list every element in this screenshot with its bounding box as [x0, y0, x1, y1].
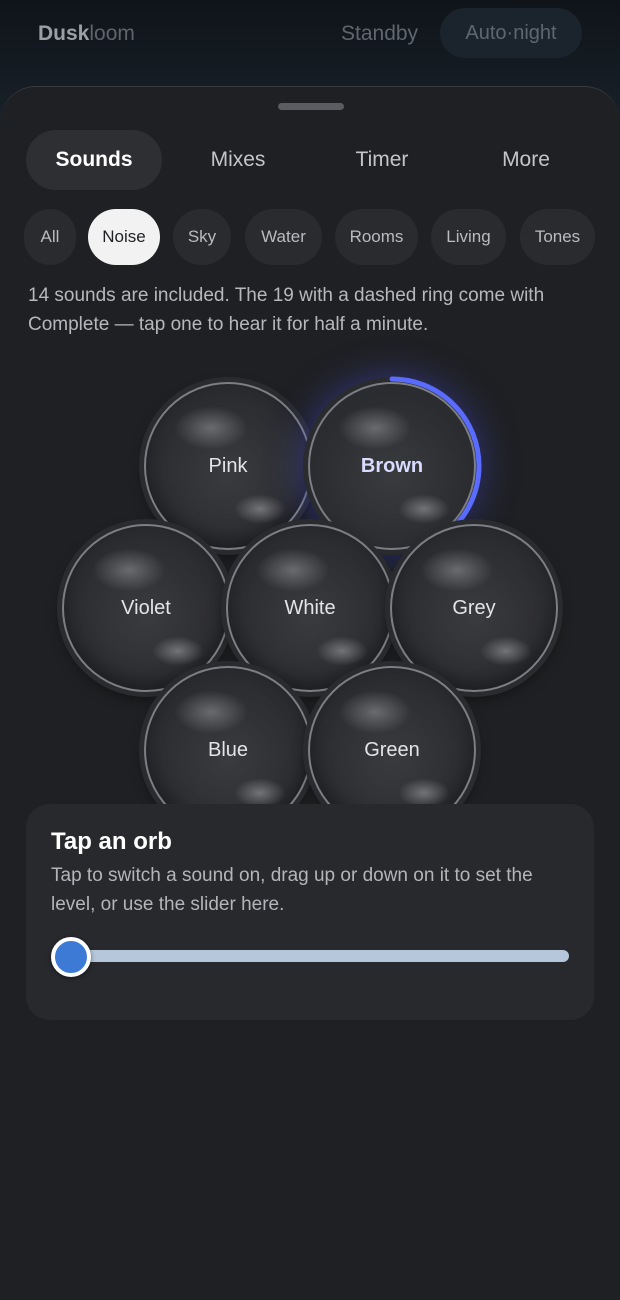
panel-description: Tap to switch a sound on, drag up or dow…	[51, 865, 533, 915]
auto-night-button[interactable]: Auto·night	[440, 8, 582, 58]
filter-chip-noise[interactable]: Noise	[88, 209, 160, 265]
volume-slider-thumb[interactable]	[51, 937, 91, 977]
brand-name-bold: Dusk	[38, 22, 90, 45]
filter-chip-all[interactable]: All	[24, 209, 76, 265]
sound-orb-grey[interactable]: Grey	[390, 524, 558, 692]
sound-orb-brown[interactable]: Brown	[308, 382, 476, 550]
volume-panel: Tap an orb Tap to switch a sound on, dra…	[26, 804, 594, 1020]
filter-chip-living[interactable]: Living	[431, 209, 506, 265]
orb-label: Grey	[452, 596, 496, 619]
filter-chip-tones[interactable]: Tones	[520, 209, 595, 265]
orb-label: Violet	[121, 596, 171, 619]
tab-mixes[interactable]: Mixes	[170, 130, 306, 190]
filter-chip-rooms[interactable]: Rooms	[335, 209, 418, 265]
filter-chip-sky[interactable]: Sky	[173, 209, 231, 265]
tab-more[interactable]: More	[458, 130, 594, 190]
tab-timer[interactable]: Timer	[314, 130, 450, 190]
brand-name-light: loom	[89, 22, 135, 45]
sheet-drag-handle[interactable]	[278, 103, 344, 110]
volume-slider-track[interactable]	[71, 950, 569, 962]
tab-sounds[interactable]: Sounds	[26, 130, 162, 190]
app-logo: Duskloom	[38, 20, 135, 48]
sound-orb-pink[interactable]: Pink	[144, 382, 312, 550]
orb-label: Pink	[208, 454, 248, 477]
orb-label: Brown	[360, 454, 424, 477]
sound-orb-white[interactable]: White	[226, 524, 394, 692]
filter-chip-water[interactable]: Water	[245, 209, 322, 265]
sound-orb-grid: Pink Brown Violet White Grey Blue Green	[0, 290, 620, 834]
panel-title: Tap an orb	[51, 828, 172, 855]
sound-orb-violet[interactable]: Violet	[62, 524, 230, 692]
standby-button[interactable]: Standby	[341, 20, 418, 48]
orb-label: White	[284, 596, 336, 619]
